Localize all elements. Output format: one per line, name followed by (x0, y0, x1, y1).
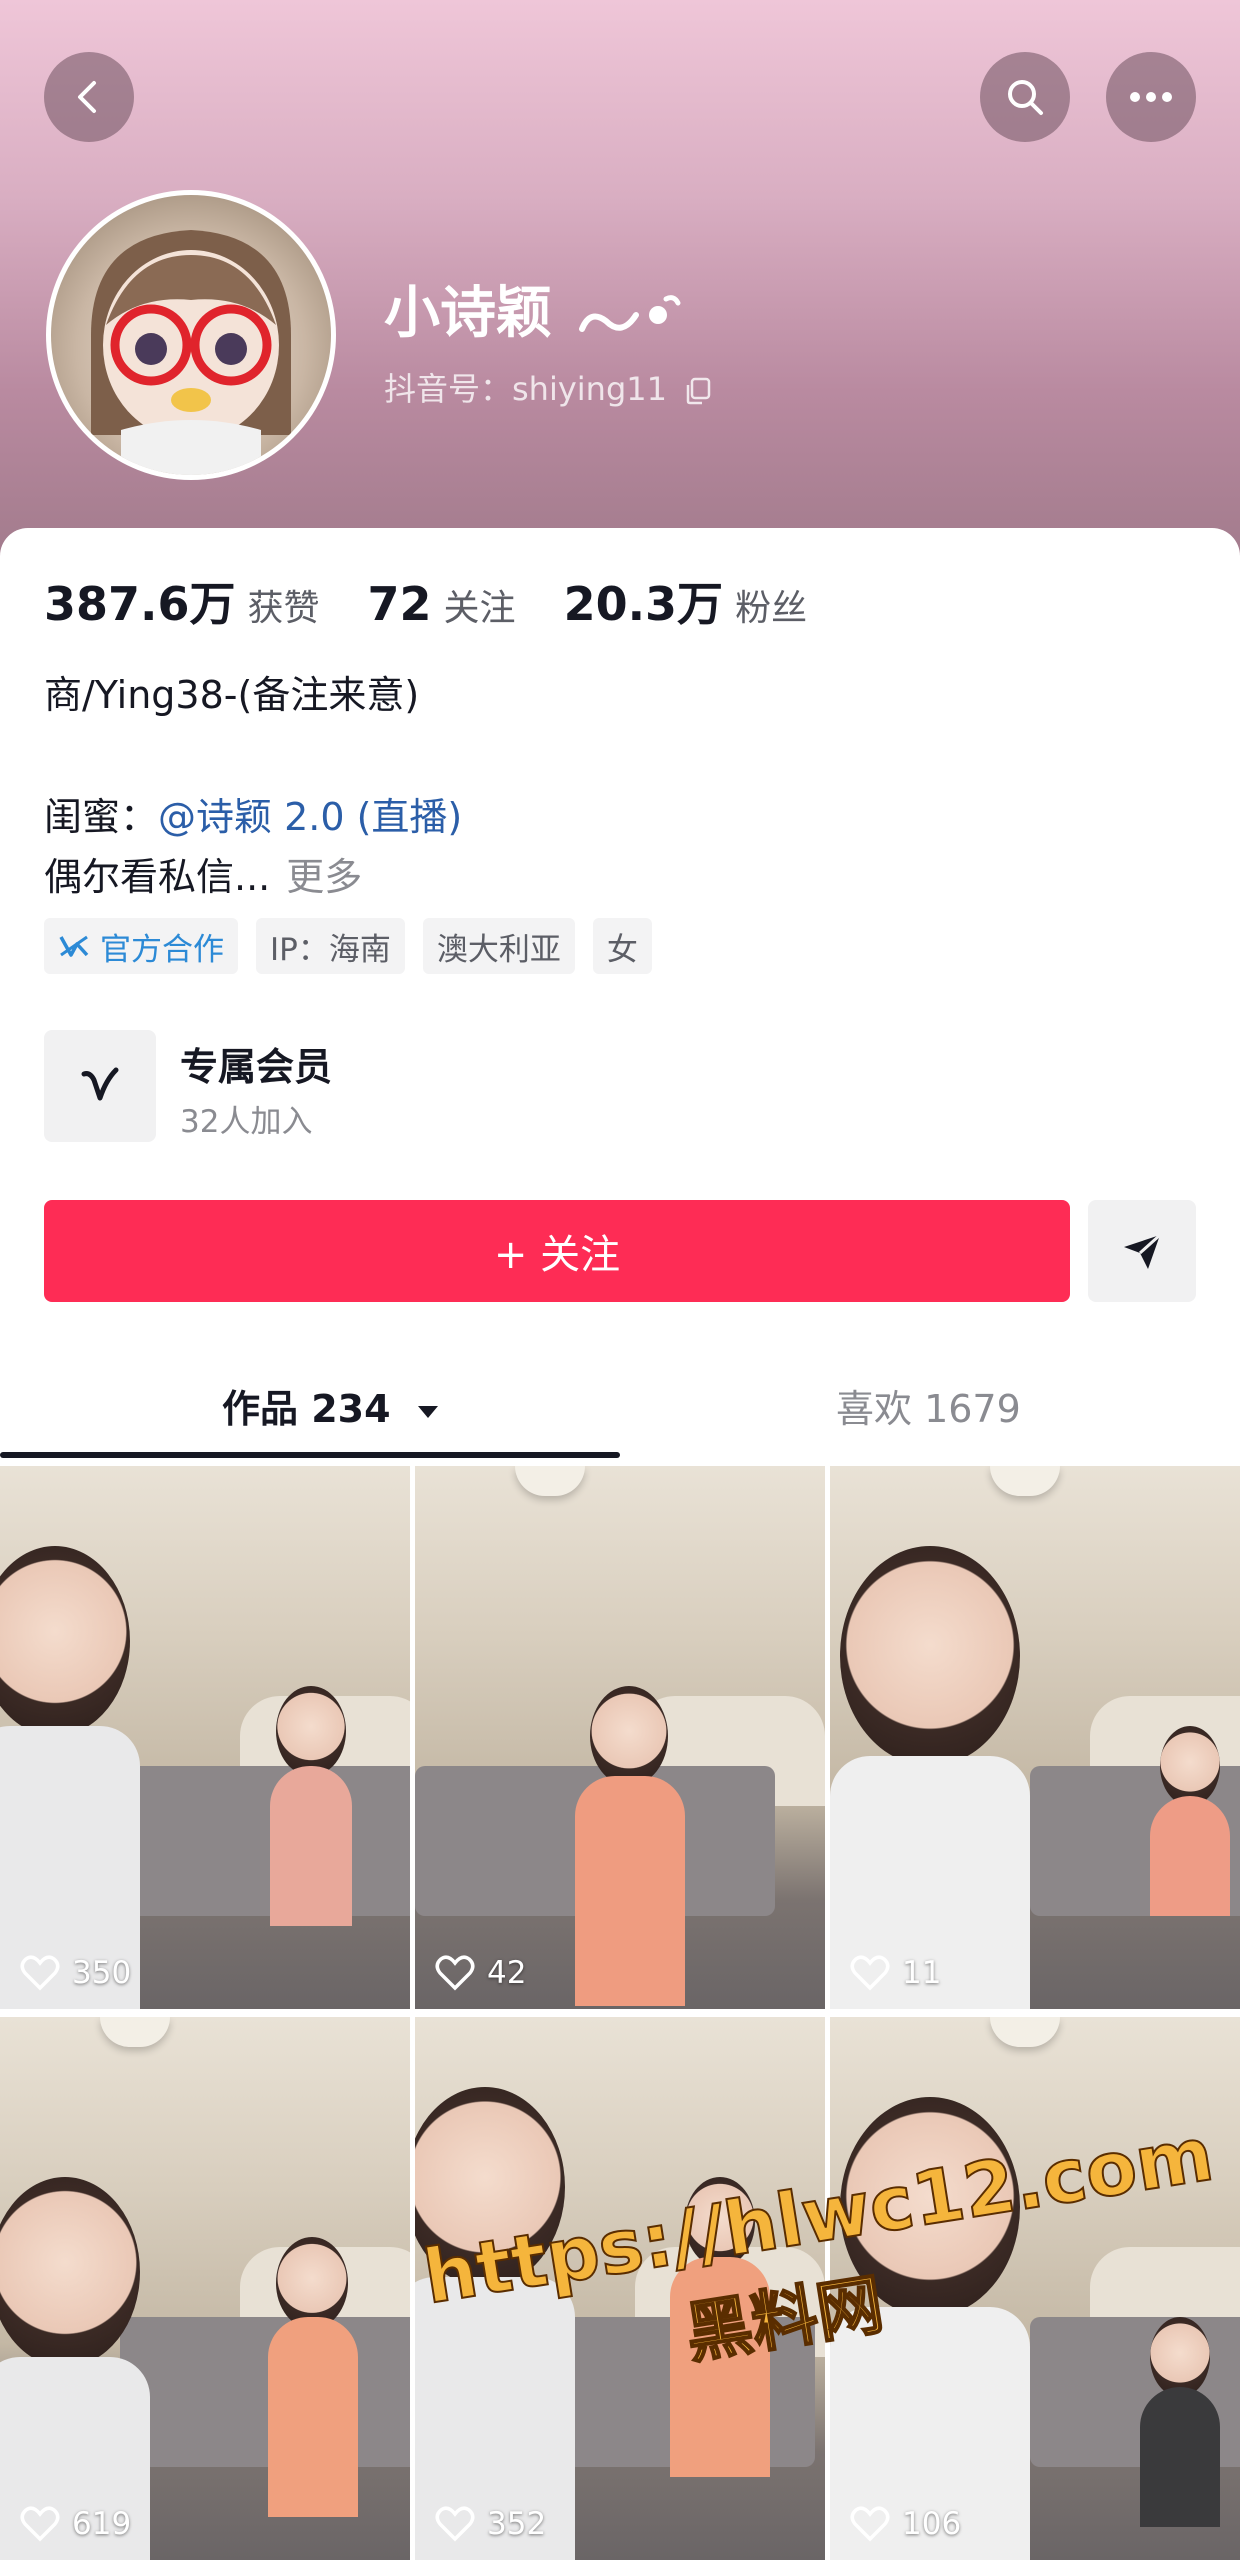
ip-location-tag: IP：海南 (256, 918, 405, 974)
back-button[interactable] (44, 52, 134, 142)
like-count-text: 11 (902, 1955, 942, 1991)
membership-subtitle: 32人加入 (180, 1104, 313, 1140)
region-tag: 澳大利亚 (422, 918, 575, 974)
more-options-button[interactable] (1106, 52, 1196, 142)
nickname-emoji-icon (578, 295, 680, 332)
like-count-text: 42 (487, 1955, 527, 1991)
copy-icon[interactable] (683, 376, 713, 406)
video-thumbnail[interactable]: 350 (0, 1466, 410, 2009)
heart-icon (435, 1955, 475, 1991)
bio-bestie-label: 闺蜜： (44, 795, 159, 839)
like-count-text: 350 (72, 1955, 132, 1991)
likes-count: 387.6万 (44, 577, 236, 631)
avatar[interactable] (46, 190, 336, 480)
likes-label: 获赞 (247, 588, 320, 629)
chevron-left-icon (78, 81, 96, 113)
followers-count[interactable]: 20.3万 (564, 568, 724, 634)
official-cooperation-label: 官方合作 (100, 931, 224, 968)
video-thumbnail[interactable]: 42 (415, 1466, 825, 2009)
heart-icon (850, 2506, 890, 2542)
nickname-text: 小诗颖 (384, 281, 552, 346)
video-thumbnail[interactable]: 619 (0, 2017, 410, 2560)
tab-works[interactable]: 作品 234 (222, 1378, 440, 1433)
video-like-count: 11 (850, 1955, 941, 1991)
official-cooperation-tag[interactable]: 官方合作 (44, 918, 238, 974)
video-like-count: 352 (435, 2506, 546, 2542)
search-icon (1008, 80, 1043, 115)
bio-more-link[interactable]: 更多 (286, 855, 362, 899)
video-like-count: 106 (850, 2506, 961, 2542)
search-button[interactable] (980, 52, 1070, 142)
membership-icon-box[interactable] (44, 1030, 156, 1142)
profile-tags: 官方合作 IP：海南 澳大利亚 女 (44, 918, 652, 974)
more-dots-icon (1130, 92, 1172, 102)
profile-nickname: 小诗颖 (384, 268, 692, 349)
share-button[interactable] (1088, 1200, 1196, 1302)
following-count[interactable]: 72 (368, 577, 432, 631)
profile-stats: 387.6万 获赞 72 关注 20.3万 粉丝 (44, 568, 855, 634)
tab-works-label: 作品 234 (222, 1387, 391, 1431)
avatar-doll-image (91, 230, 291, 475)
followers-label[interactable]: 粉丝 (735, 579, 807, 631)
official-cooperation-icon (59, 935, 89, 957)
video-like-count: 619 (20, 2506, 131, 2542)
send-icon (1124, 1233, 1162, 1269)
video-like-count: 42 (435, 1955, 526, 1991)
profile-handle[interactable]: 抖音号：shiying11 (384, 364, 713, 410)
bio-line-2: 闺蜜：@诗颖 2.0 (直播) (44, 786, 462, 841)
active-tab-indicator (0, 1452, 620, 1458)
membership-title[interactable]: 专属会员 (180, 1036, 332, 1091)
tab-likes[interactable]: 喜欢 1679 (836, 1378, 1021, 1433)
bio-line-1: 商/Ying38-(备注来意) (44, 673, 420, 717)
following-label[interactable]: 关注 (444, 579, 516, 631)
like-count-text: 106 (902, 2506, 962, 2542)
like-count-text: 352 (487, 2506, 547, 2542)
video-thumbnail[interactable]: 11 (830, 1466, 1240, 2009)
heart-icon (20, 2506, 60, 2542)
bio-text: 偶尔看私信... (44, 855, 271, 899)
bio-line-3: 偶尔看私信... 更多 (44, 846, 362, 901)
bio-mention-link[interactable]: @诗颖 2.0 (直播) (158, 795, 462, 839)
caret-down-icon[interactable] (416, 1402, 440, 1422)
gender-tag: 女 (592, 918, 652, 974)
heart-icon (435, 2506, 475, 2542)
like-count-text: 619 (72, 2506, 132, 2542)
membership-v-icon (81, 1067, 119, 1101)
heart-icon (850, 1955, 890, 1991)
heart-icon (20, 1955, 60, 1991)
video-like-count: 350 (20, 1955, 131, 1991)
follow-button[interactable]: + 关注 (44, 1200, 1070, 1302)
handle-text: 抖音号：shiying11 (384, 370, 667, 408)
